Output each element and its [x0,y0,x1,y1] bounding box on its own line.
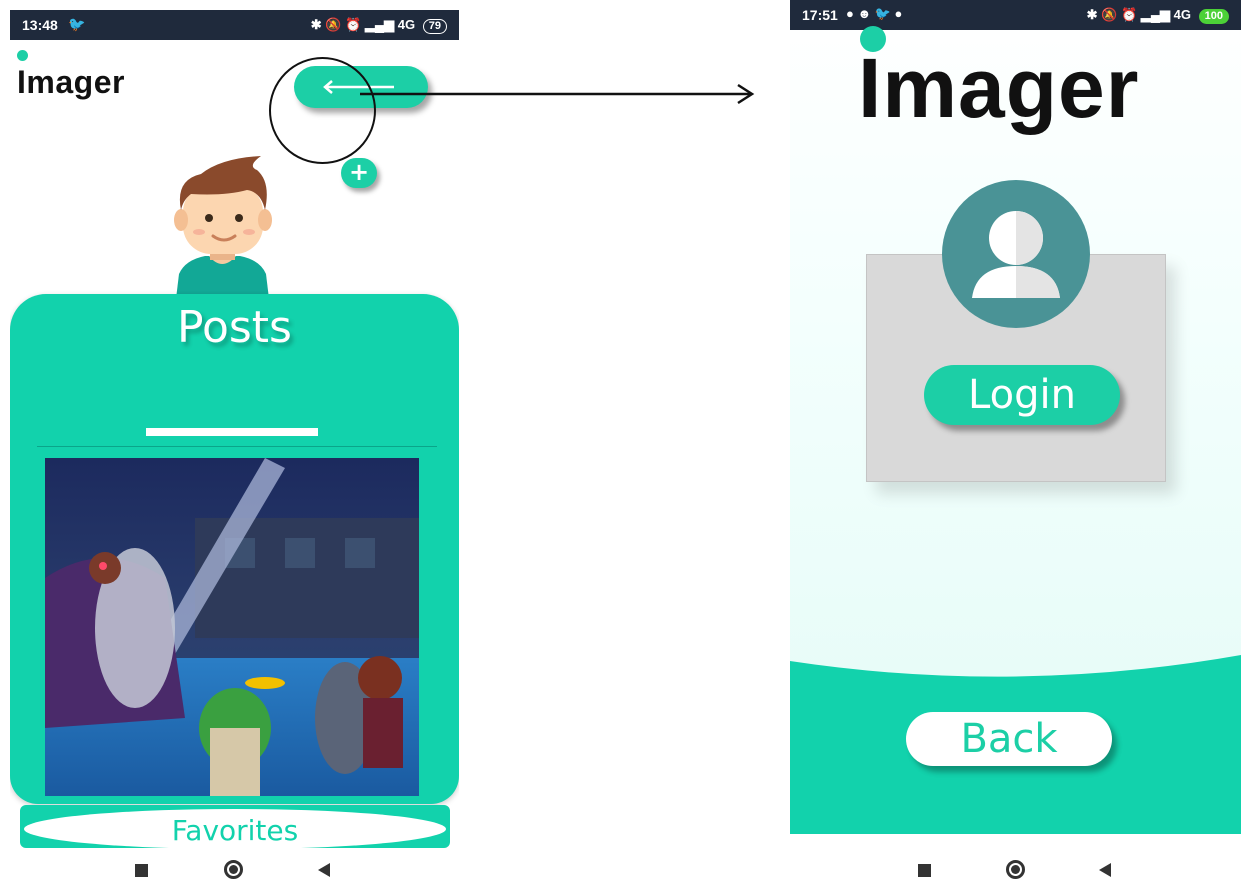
app-title: Imager [17,64,125,100]
mute-icon: 🔕 [325,17,342,32]
logo-dot [17,50,28,61]
status-bar: 17:51 ● ☻ 🐦 ● ✱ 🔕 ⏰ ▂▄▆ 4G 100 [790,0,1241,30]
image-caption-strip [146,428,318,436]
nav-bar-right [790,858,1241,882]
signal-icon: ▂▄▆ [364,17,395,32]
right-phone-screen: 17:51 ● ☻ 🐦 ● ✱ 🔕 ⏰ ▂▄▆ 4G 100 Imager Lo… [790,0,1241,834]
network-type: 4G [1173,7,1192,22]
recent-apps-icon[interactable] [135,864,148,877]
user-avatar-icon [942,180,1090,328]
person-icon [972,211,1060,298]
app-logo: Imager [17,50,125,101]
status-time: 17:51 [802,7,838,23]
status-time: 13:48 [22,17,58,33]
recent-apps-icon[interactable] [918,864,931,877]
status-bar: 13:48 🐦 ✱ 🔕 ⏰ ▂▄▆ 4G 79 [10,10,459,40]
login-button[interactable]: Login [924,365,1120,425]
transition-arrow [360,83,755,105]
status-icons: ✱ 🔕 ⏰ ▂▄▆ 4G 100 [1087,7,1229,24]
add-button[interactable]: + [341,158,377,188]
bluetooth-icon: ✱ [1086,7,1098,22]
posts-title: Posts [177,302,292,353]
back-button[interactable]: Back [906,712,1112,766]
app-title: Imager [858,41,1140,135]
posts-card: Posts [10,294,459,804]
app-logo: Imager [858,26,1140,137]
logo-dot [860,26,886,52]
twitter-icon: 🐦 [68,16,86,32]
mute-icon: 🔕 [1101,7,1118,22]
back-icon[interactable] [1099,863,1111,877]
favorites-bar: Favorites [20,805,450,848]
nav-bar-left [0,858,460,882]
home-icon[interactable] [1006,860,1025,879]
divider [37,446,437,447]
battery-indicator: 79 [422,19,447,34]
alarm-icon: ⏰ [1121,7,1138,22]
home-icon[interactable] [224,860,243,879]
signal-icon: ▂▄▆ [1140,7,1171,22]
favorites-button[interactable]: Favorites [24,809,446,848]
user-avatar [174,156,272,307]
battery-indicator: 100 [1198,9,1229,24]
alarm-icon: ⏰ [345,17,362,32]
post-image[interactable] [45,458,419,796]
cartoon-scene-image [45,458,419,796]
highlight-circle [269,57,376,164]
status-icons: ✱ 🔕 ⏰ ▂▄▆ 4G 79 [311,17,447,34]
bluetooth-icon: ✱ [310,17,322,32]
left-phone-screen: 13:48 🐦 ✱ 🔕 ⏰ ▂▄▆ 4G 79 Imager + Posts F… [10,10,459,848]
notification-icons: ● ☻ 🐦 ● [846,6,903,21]
network-type: 4G [397,17,416,32]
back-icon[interactable] [318,863,330,877]
